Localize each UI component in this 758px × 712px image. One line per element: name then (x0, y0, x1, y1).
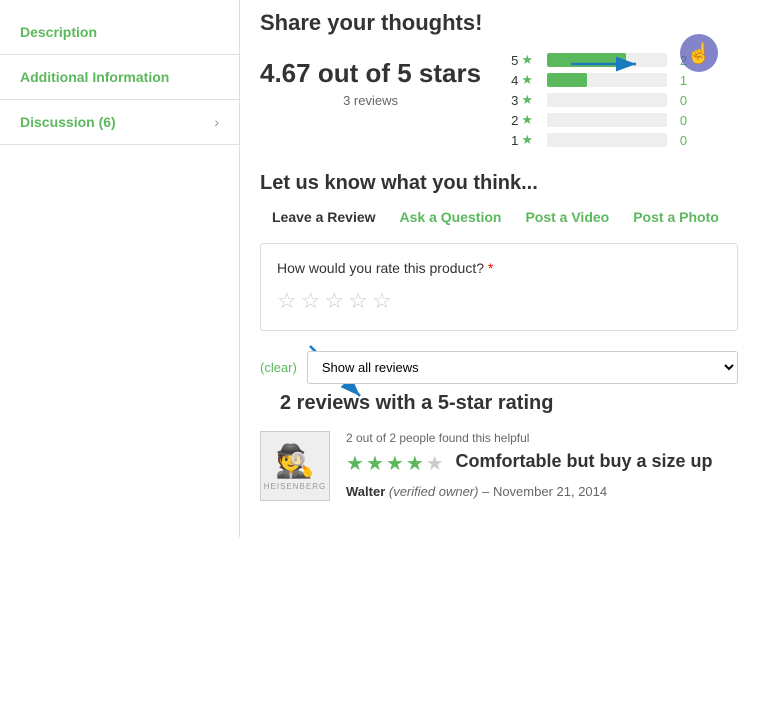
tab-post-photo[interactable]: Post a Photo (621, 205, 731, 229)
sidebar-item-additional-information[interactable]: Additional Information (0, 55, 239, 100)
tab-ask-question[interactable]: Ask a Question (388, 205, 514, 229)
author-name: Walter (346, 484, 385, 499)
review-content: 2 out of 2 people found this helpful ★ ★… (346, 431, 738, 501)
let-us-know-header: Let us know what you think... (260, 172, 738, 195)
overall-reviews-count: 3 reviews (260, 93, 481, 108)
sidebar-item-description[interactable]: Description (0, 10, 239, 55)
star-3[interactable]: ☆ (324, 288, 344, 314)
star-icon: ★ (521, 52, 533, 68)
review-author: Walter (verified owner) – November 21, 2… (346, 484, 738, 499)
review-star-4: ★ (406, 451, 424, 476)
star-rating-input[interactable]: ☆ ☆ ☆ ☆ ☆ (277, 288, 721, 314)
cursor-hand-icon: ☝ (687, 41, 712, 66)
chevron-right-icon: › (214, 114, 219, 130)
arrow-right-icon (571, 44, 651, 84)
avatar-label: HEISENBERG (264, 482, 326, 491)
bar-background (547, 133, 667, 147)
tab-post-video[interactable]: Post a Video (513, 205, 621, 229)
form-question: How would you rate this product? * (277, 260, 721, 276)
review-date: November 21, 2014 (493, 484, 607, 499)
tab-leave-review[interactable]: Leave a Review (260, 205, 388, 229)
main-content: Share your thoughts! 4.67 out of 5 stars… (240, 0, 758, 537)
helpful-text: 2 out of 2 people found this helpful (346, 431, 738, 445)
author-date-separator: – (482, 484, 493, 499)
rating-count[interactable]: 1 (673, 73, 687, 88)
bar-background (547, 113, 667, 127)
rating-overview: 4.67 out of 5 stars 3 reviews ☝ (260, 48, 738, 152)
review-stars: ★ ★ ★ ★ ★ Comfortable but buy a size up (346, 451, 738, 476)
sidebar-item-label: Description (20, 24, 97, 40)
rating-count[interactable]: 0 (673, 113, 687, 128)
share-header: Share your thoughts! (260, 10, 738, 36)
filter-annotation-area: (clear) Show all reviews (260, 351, 738, 384)
review-star-3: ★ (386, 451, 404, 476)
reviews-filter-select[interactable]: Show all reviews (307, 351, 738, 384)
sidebar: Description Additional Information Discu… (0, 0, 240, 537)
clear-filter-link[interactable]: (clear) (260, 360, 297, 375)
star-4[interactable]: ☆ (348, 288, 368, 314)
rating-row-1: 1 ★ 0 (511, 132, 738, 148)
avatar-image: 🕵 (275, 442, 315, 480)
cursor-overlay: ☝ (680, 34, 718, 72)
star-5[interactable]: ☆ (372, 288, 392, 314)
arrow-container: ☝ 5 ★ 2 4 ★ 1 3 ★ (511, 48, 738, 152)
star-icon: ★ (521, 112, 533, 128)
reviewer-avatar: 🕵 HEISENBERG (260, 431, 330, 501)
star-icon: ★ (521, 92, 533, 108)
review-title: Comfortable but buy a size up (455, 451, 712, 476)
star-icon: ★ (521, 72, 533, 88)
review-star-5: ★ (426, 451, 444, 476)
star-2[interactable]: ☆ (301, 288, 321, 314)
review-star-2: ★ (366, 451, 384, 476)
rating-row-2: 2 ★ 0 (511, 112, 738, 128)
required-indicator: * (488, 260, 493, 276)
review-tabs: Leave a Review Ask a Question Post a Vid… (260, 205, 738, 229)
overall-rating: 4.67 out of 5 stars 3 reviews (260, 48, 481, 108)
sidebar-item-discussion[interactable]: Discussion (6) › (0, 100, 239, 145)
review-star-1: ★ (346, 451, 364, 476)
rating-count[interactable]: 0 (673, 133, 687, 148)
star-icon: ★ (521, 132, 533, 148)
review-form: How would you rate this product? * ☆ ☆ ☆… (260, 243, 738, 331)
star-1[interactable]: ☆ (277, 288, 297, 314)
overall-score: 4.67 out of 5 stars (260, 58, 481, 89)
sidebar-item-label: Discussion (6) (20, 114, 116, 130)
filter-clear-area: (clear) Show all reviews (260, 351, 738, 384)
sidebar-item-label: Additional Information (20, 69, 169, 85)
bar-background (547, 93, 667, 107)
review-card: 🕵 HEISENBERG 2 out of 2 people found thi… (260, 431, 738, 501)
rating-row-3: 3 ★ 0 (511, 92, 738, 108)
verified-label: (verified owner) (389, 484, 479, 499)
rating-count[interactable]: 0 (673, 93, 687, 108)
